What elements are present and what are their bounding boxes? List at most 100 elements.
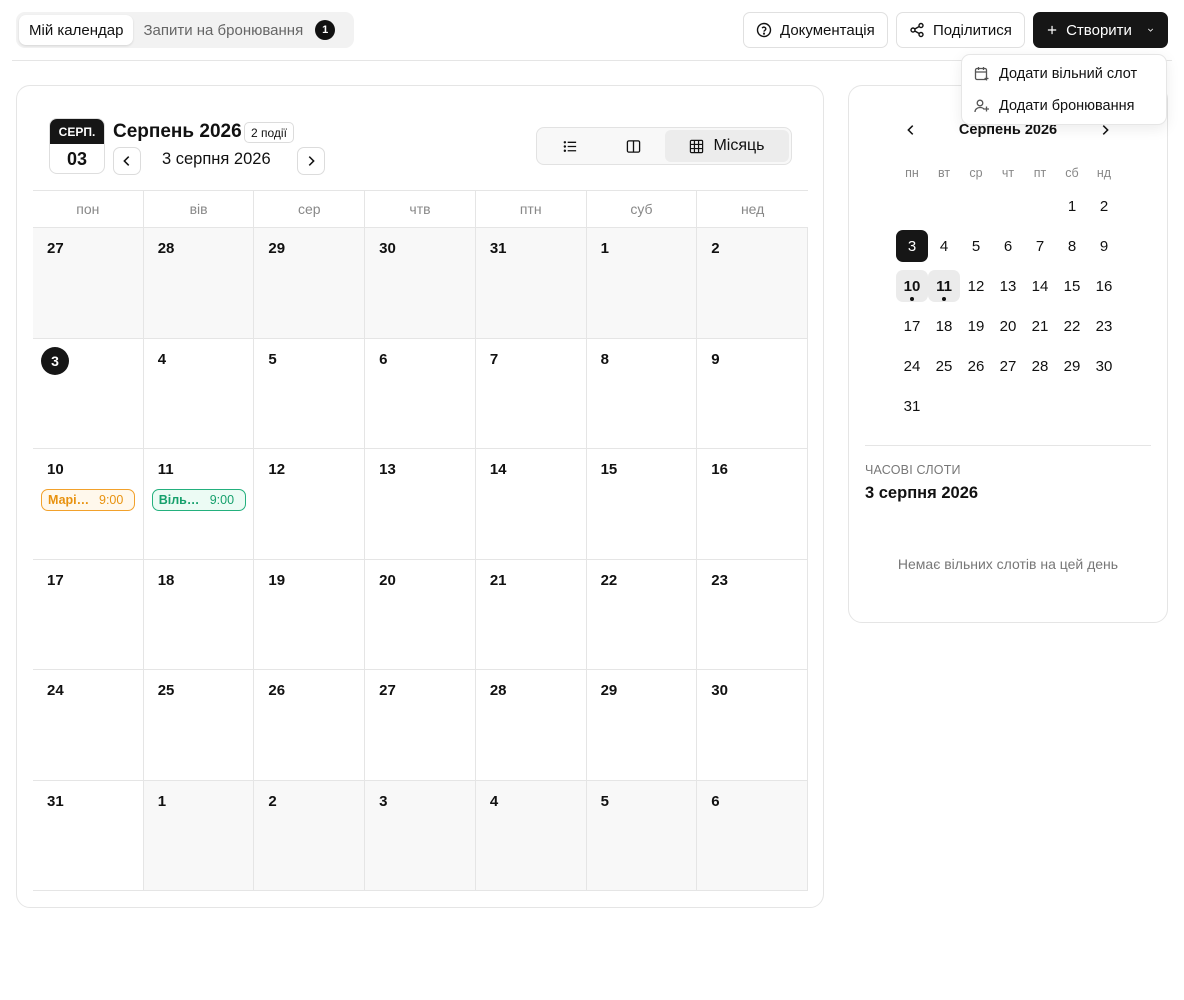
mini-day-cell[interactable]: 22 xyxy=(1056,306,1088,346)
mini-day-cell[interactable]: 26 xyxy=(960,346,992,386)
mini-day-cell[interactable]: 6 xyxy=(992,226,1024,266)
mini-day-cell[interactable]: 20 xyxy=(992,306,1024,346)
create-label: Створити xyxy=(1066,21,1132,39)
mini-day-cell[interactable]: 27 xyxy=(992,346,1024,386)
mini-day-cell[interactable]: 10 xyxy=(896,266,928,306)
day-cell[interactable]: 28 xyxy=(143,228,255,339)
day-cell[interactable]: 20 xyxy=(365,559,476,670)
day-cell[interactable]: 16 xyxy=(697,449,808,560)
mini-weekday-label: чт xyxy=(1001,166,1015,180)
day-cell[interactable]: 29 xyxy=(254,228,366,339)
day-cell[interactable]: 3 xyxy=(365,780,476,891)
day-cell[interactable]: 31 xyxy=(475,228,587,339)
mini-day-cell xyxy=(992,186,1024,226)
mini-day-cell[interactable]: 19 xyxy=(960,306,992,346)
add-free-slot-menu-item[interactable]: Додати вільний слот xyxy=(962,58,1166,90)
mini-day-cell[interactable]: 21 xyxy=(1024,306,1056,346)
day-cell[interactable]: 4 xyxy=(143,338,255,449)
mini-day-cell[interactable]: 24 xyxy=(896,346,928,386)
day-cell[interactable]: 10 Марія ... 9:00 xyxy=(33,449,144,560)
day-cell[interactable]: 14 xyxy=(475,449,587,560)
mini-day-cell[interactable]: 2 xyxy=(1088,186,1120,226)
mini-day-cell[interactable]: 14 xyxy=(1024,266,1056,306)
mini-day-number: 23 xyxy=(1095,317,1113,335)
mini-day-cell[interactable]: 17 xyxy=(896,306,928,346)
day-number: 14 xyxy=(489,461,507,478)
day-cell[interactable]: 15 xyxy=(586,449,698,560)
month-view-button[interactable]: Місяць xyxy=(665,130,789,162)
week-view-button[interactable] xyxy=(602,130,665,162)
mini-previous-month-button[interactable] xyxy=(901,120,921,140)
mini-day-cell[interactable]: 16 xyxy=(1088,266,1120,306)
mini-day-cell[interactable]: 3 xyxy=(896,226,928,266)
columns-icon xyxy=(626,139,641,153)
day-cell[interactable]: 30 xyxy=(365,228,476,339)
day-cell[interactable]: 1 xyxy=(143,780,255,891)
mini-day-cell[interactable]: 4 xyxy=(928,226,960,266)
event-chip[interactable]: Вільний 9:00 xyxy=(151,489,246,511)
current-date-label: 3 серпня 2026 xyxy=(162,150,271,168)
create-dropdown-menu: Додати вільний слот Додати бронювання xyxy=(961,54,1167,125)
day-cell[interactable]: 12 xyxy=(254,449,366,560)
day-cell[interactable]: 29 xyxy=(586,670,698,781)
day-cell[interactable]: 17 xyxy=(33,559,144,670)
mini-day-cell[interactable]: 9 xyxy=(1088,226,1120,266)
mini-day-cell[interactable]: 15 xyxy=(1056,266,1088,306)
list-view-button[interactable] xyxy=(539,130,602,162)
mini-day-cell[interactable]: 18 xyxy=(928,306,960,346)
mini-weekday-label: пт xyxy=(1033,166,1047,180)
mini-day-cell[interactable]: 1 xyxy=(1056,186,1088,226)
day-cell[interactable]: 7 xyxy=(475,338,587,449)
day-cell[interactable]: 6 xyxy=(697,780,808,891)
day-cell[interactable]: 30 xyxy=(697,670,808,781)
day-cell[interactable]: 13 xyxy=(365,449,476,560)
mini-day-cell[interactable]: 25 xyxy=(928,346,960,386)
add-booking-menu-item[interactable]: Додати бронювання xyxy=(962,90,1166,122)
mini-day-cell[interactable]: 31 xyxy=(896,386,928,426)
day-cell[interactable]: 31 xyxy=(33,780,144,891)
mini-day-cell[interactable]: 11 xyxy=(928,266,960,306)
day-cell[interactable]: 2 xyxy=(254,780,366,891)
day-cell[interactable]: 1 xyxy=(586,228,698,339)
day-cell[interactable]: 28 xyxy=(475,670,587,781)
tab-my-calendar[interactable]: Мій календар xyxy=(19,15,134,45)
day-cell[interactable]: 18 xyxy=(143,559,255,670)
mini-day-cell[interactable]: 30 xyxy=(1088,346,1120,386)
mini-day-cell[interactable]: 5 xyxy=(960,226,992,266)
mini-day-cell[interactable]: 28 xyxy=(1024,346,1056,386)
mini-day-cell[interactable]: 29 xyxy=(1056,346,1088,386)
day-cell[interactable]: 23 xyxy=(697,559,808,670)
divider xyxy=(865,445,1151,446)
previous-month-button[interactable] xyxy=(113,147,141,175)
tab-booking-requests[interactable]: Запити на бронювання 1 xyxy=(133,15,351,45)
documentation-button[interactable]: Документація xyxy=(743,12,888,48)
share-button[interactable]: Поділитися xyxy=(896,12,1025,48)
day-cell[interactable]: 8 xyxy=(586,338,698,449)
day-cell[interactable]: 27 xyxy=(33,228,144,339)
day-number: 2 xyxy=(711,240,720,257)
day-cell[interactable]: 24 xyxy=(33,670,144,781)
mini-day-cell[interactable]: 12 xyxy=(960,266,992,306)
day-cell[interactable]: 11 Вільний 9:00 xyxy=(143,449,255,560)
day-cell[interactable]: 21 xyxy=(475,559,587,670)
day-cell[interactable]: 19 xyxy=(254,559,366,670)
day-cell[interactable]: 9 xyxy=(697,338,808,449)
mini-day-cell[interactable]: 23 xyxy=(1088,306,1120,346)
mini-day-cell[interactable]: 8 xyxy=(1056,226,1088,266)
day-cell[interactable]: 5 xyxy=(586,780,698,891)
day-cell[interactable]: 5 xyxy=(254,338,366,449)
mini-day-cell[interactable]: 13 xyxy=(992,266,1024,306)
day-cell[interactable]: 3 xyxy=(33,338,144,449)
next-month-button[interactable] xyxy=(297,147,325,175)
day-cell[interactable]: 25 xyxy=(143,670,255,781)
day-cell[interactable]: 22 xyxy=(586,559,698,670)
mini-day-cell[interactable]: 7 xyxy=(1024,226,1056,266)
help-circle-icon xyxy=(756,22,772,38)
event-chip[interactable]: Марія ... 9:00 xyxy=(41,489,135,511)
day-cell[interactable]: 6 xyxy=(365,338,476,449)
day-cell[interactable]: 26 xyxy=(254,670,366,781)
day-cell[interactable]: 27 xyxy=(365,670,476,781)
create-button[interactable]: Створити xyxy=(1033,12,1168,48)
day-cell[interactable]: 2 xyxy=(697,228,808,339)
day-cell[interactable]: 4 xyxy=(475,780,587,891)
